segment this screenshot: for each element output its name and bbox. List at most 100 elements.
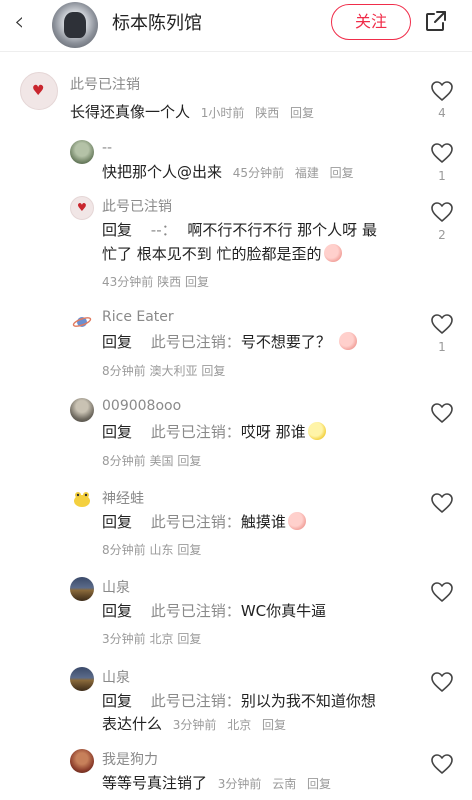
comment-body: 快把那个人@出来: [102, 163, 223, 181]
username[interactable]: 此号已注销: [70, 74, 140, 94]
comment-body: 别以为我不知道你想: [240, 692, 376, 710]
emoji-icon: [323, 244, 342, 262]
share-icon[interactable]: [424, 9, 448, 33]
reply-target[interactable]: --：: [151, 221, 177, 239]
reply-button[interactable]: 回复: [330, 166, 354, 180]
comment-body: 啊不行不行不行 那个人呀 最: [187, 221, 377, 239]
reply-button[interactable]: 回复: [262, 718, 286, 732]
comment-location: 山东: [149, 543, 174, 557]
comment-time: 8分钟前: [102, 364, 146, 378]
avatar[interactable]: [70, 140, 94, 164]
reply-target[interactable]: 此号已注销：: [151, 513, 241, 531]
comment-text-line2: 忙了 根本见不到 忙的脸都是歪的: [102, 243, 342, 266]
comment-text-line2: 表达什么 3分钟前 北京 回复: [102, 713, 286, 737]
heart-icon[interactable]: [430, 80, 454, 102]
avatar[interactable]: [72, 489, 92, 509]
comment-text: 等等号真注销了 3分钟前 云南 回复: [102, 772, 331, 796]
comment-location: 北京: [227, 718, 252, 732]
comment-text: 回复 此号已注销：号不想要了？: [102, 331, 357, 354]
comment-location: 陕西: [255, 106, 280, 120]
avatar[interactable]: [70, 749, 94, 773]
comment-meta: 3分钟前 北京 回复: [102, 630, 201, 647]
like-count: 4: [438, 106, 446, 120]
reply-button[interactable]: 回复: [177, 632, 201, 646]
comment-time: 43分钟前: [102, 275, 154, 289]
heart-icon[interactable]: [430, 581, 454, 603]
comment-time: 8分钟前: [102, 543, 146, 557]
comment-location: 美国: [149, 454, 174, 468]
comment-time: 8分钟前: [102, 454, 146, 468]
emoji-icon: [338, 332, 357, 350]
comment-body: 表达什么: [102, 715, 163, 733]
reply-target[interactable]: 此号已注销：: [151, 423, 241, 441]
reply-button[interactable]: 回复: [307, 777, 331, 791]
avatar[interactable]: [70, 398, 94, 422]
reply-target[interactable]: 此号已注销：: [151, 602, 241, 620]
username[interactable]: 神经蛙: [102, 488, 144, 508]
reply-prefix: 回复: [102, 221, 133, 239]
author-name[interactable]: 标本陈列馆: [112, 9, 202, 35]
emoji-icon: [307, 422, 326, 440]
reply-prefix: 回复: [102, 513, 133, 531]
follow-button[interactable]: 关注: [331, 4, 411, 40]
username[interactable]: 我是狗力: [102, 749, 158, 769]
comment-body: 号不想要了？: [240, 333, 331, 351]
comment-text: 回复 此号已注销：哎呀 那谁: [102, 421, 326, 444]
comment-text: 回复 此号已注销：WC你真牛逼: [102, 600, 326, 623]
username[interactable]: 山泉: [102, 577, 130, 597]
reply-prefix: 回复: [102, 692, 133, 710]
heart-icon[interactable]: [430, 753, 454, 775]
avatar[interactable]: ♥: [20, 72, 58, 110]
heart-icon[interactable]: [430, 313, 454, 335]
comment-time: 45分钟前: [232, 166, 285, 180]
comment-meta: 8分钟前 山东 回复: [102, 541, 201, 558]
comment-body: 哎呀 那谁: [240, 423, 306, 441]
comment-meta: 8分钟前 美国 回复: [102, 452, 201, 469]
comment-body: 忙了 根本见不到 忙的脸都是歪的: [102, 245, 322, 263]
comment-text: 回复 此号已注销：触摸谁: [102, 511, 306, 534]
username[interactable]: Rice Eater: [102, 309, 174, 325]
like-count: 1: [438, 169, 446, 183]
avatar[interactable]: [70, 577, 94, 601]
heart-icon[interactable]: [430, 492, 454, 514]
like-count: 1: [438, 340, 446, 354]
reply-target[interactable]: 此号已注销：: [151, 333, 241, 351]
heart-icon[interactable]: [430, 671, 454, 693]
reply-prefix: 回复: [102, 423, 133, 441]
like-count: 2: [438, 228, 446, 242]
comment-location: 云南: [272, 777, 297, 791]
username[interactable]: 山泉: [102, 667, 130, 687]
comment-location: 北京: [149, 632, 174, 646]
heart-icon[interactable]: [430, 402, 454, 424]
avatar[interactable]: [72, 312, 92, 332]
reply-button[interactable]: 回复: [201, 364, 225, 378]
reply-prefix: 回复: [102, 602, 133, 620]
avatar[interactable]: [70, 667, 94, 691]
comment-time: 3分钟前: [102, 632, 146, 646]
username[interactable]: 此号已注销: [102, 196, 172, 216]
username[interactable]: 009008ooo: [102, 398, 181, 414]
comment-body: 长得还真像一个人: [70, 103, 191, 121]
avatar[interactable]: ♥: [70, 196, 94, 220]
reply-button[interactable]: 回复: [177, 454, 201, 468]
comment-text: 长得还真像一个人 1小时前 陕西 回复: [70, 101, 314, 125]
reply-target[interactable]: 此号已注销：: [151, 692, 241, 710]
comment-text: 快把那个人@出来 45分钟前 福建 回复: [102, 161, 354, 185]
reply-button[interactable]: 回复: [185, 275, 209, 289]
reply-button[interactable]: 回复: [177, 543, 201, 557]
back-icon[interactable]: ‹: [14, 9, 38, 35]
heart-icon[interactable]: [430, 201, 454, 223]
comment-body: WC你真牛逼: [240, 602, 327, 620]
reply-button[interactable]: 回复: [290, 106, 314, 120]
reply-prefix: 回复: [102, 333, 133, 351]
username[interactable]: --: [102, 140, 112, 156]
comment-text: 回复 此号已注销：别以为我不知道你想: [102, 690, 376, 713]
comment-time: 3分钟前: [172, 718, 217, 732]
comment-body: 等等号真注销了: [102, 774, 208, 792]
comment-location: 陕西: [157, 275, 182, 289]
comment-location: 福建: [294, 166, 319, 180]
comment-meta: 43分钟前 陕西 回复: [102, 273, 209, 290]
heart-icon[interactable]: [430, 142, 454, 164]
author-avatar[interactable]: [52, 2, 98, 48]
comment-time: 1小时前: [200, 106, 245, 120]
